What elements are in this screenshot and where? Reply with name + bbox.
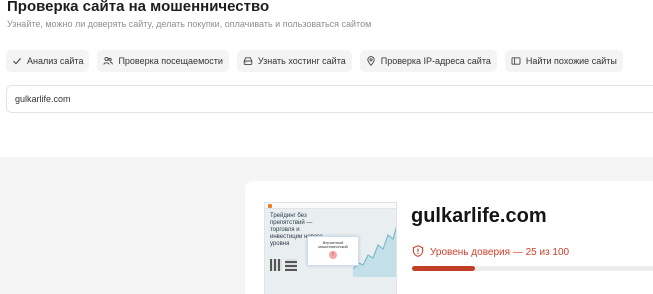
trust-progress-fill [412,266,476,271]
tool-site-analysis-button[interactable]: Анализ сайта [6,50,90,72]
page-subtitle: Узнайте, можно ли доверять сайту, делать… [7,19,372,29]
shield-warning-icon [412,245,424,260]
tool-similar-sites-button[interactable]: Найти похожие сайты [504,50,623,72]
tool-label: Проверка IP-адреса сайта [380,56,491,66]
tool-label: Анализ сайта [27,56,84,66]
search-field[interactable] [6,85,653,113]
trust-label: Уровень доверия — 25 из 100 [430,247,570,258]
site-screenshot-thumbnail: Трейдинг без препятствий — торговля и ин… [264,202,397,294]
server-icon [243,56,253,66]
tool-hosting-button[interactable]: Узнать хостинг сайта [236,50,352,72]
result-card: Трейдинг без препятствий — торговля и ин… [245,181,653,294]
trust-progress-bar [412,266,653,271]
page-title: Проверка сайта на мошенничество [7,0,270,15]
domain-input[interactable] [7,86,653,112]
trust-level: Уровень доверия — 25 из 100 [412,245,569,260]
tool-tabs: Анализ сайта Проверка посещаемости Узнат… [6,50,623,72]
tool-ip-check-button[interactable]: Проверка IP-адреса сайта [359,50,497,72]
tool-label: Узнать хостинг сайта [257,56,346,66]
result-domain: gulkarlife.com [411,205,547,227]
users-icon [103,56,114,66]
browser-window-icon [511,56,521,66]
location-pin-icon [366,56,376,66]
tool-label: Проверка посещаемости [118,56,223,66]
tool-label: Найти похожие сайты [525,56,617,66]
check-icon [12,56,22,66]
tool-traffic-check-button[interactable]: Проверка посещаемости [97,50,229,72]
